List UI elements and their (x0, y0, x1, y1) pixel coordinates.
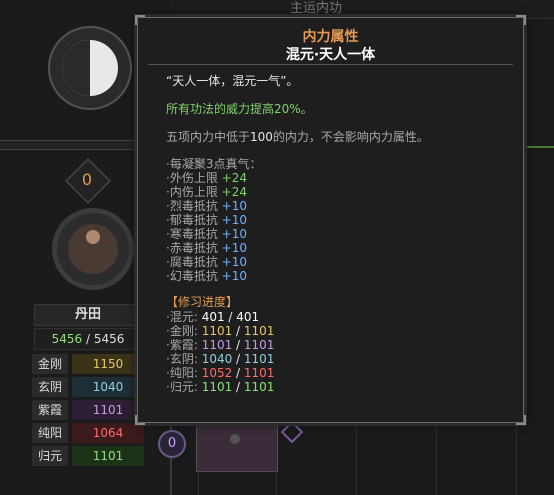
stat-row: 归元 1101 (32, 446, 144, 466)
tooltip-title: 内力属性 (302, 29, 359, 45)
stat-row: 玄阴 1040 (32, 377, 144, 397)
character-portrait[interactable] (52, 208, 134, 290)
stat-row: 紫霞 1101 (32, 400, 144, 420)
dantian-label: 丹田 (34, 304, 142, 326)
stat-name: 纯阳 (32, 423, 68, 443)
dantian-value: 5456 / 5456 (34, 328, 142, 350)
tooltip-quote: “天人一体，混元一气”。 (166, 74, 299, 88)
stat-row: 纯阳 1064 (32, 423, 144, 443)
stat-value: 1101 (72, 446, 144, 466)
stat-name: 归元 (32, 446, 68, 466)
stat-value: 1150 (72, 354, 144, 374)
top-title: 主运内功 (290, 1, 343, 16)
tooltip-subtitle: 混元·天人一体 (285, 47, 376, 63)
stat-row: 金刚 1150 (32, 354, 144, 374)
tooltip: 内力属性 混元·天人一体 “天人一体，混元一气”。 所有功法的威力提高20%。 … (135, 15, 526, 425)
purple-counter: 0 (158, 430, 186, 458)
tooltip-condition: 五项内力中低于100的内力，不会影响内力属性。 (166, 130, 429, 144)
tooltip-divider (148, 64, 513, 65)
stat-value: 1064 (72, 423, 144, 443)
avatar (68, 224, 118, 274)
stat-value: 1101 (72, 400, 144, 420)
stat-value: 1040 (72, 377, 144, 397)
tooltip-effect: 所有功法的威力提高20%。 (166, 102, 313, 116)
stat-name: 玄阴 (32, 377, 68, 397)
bonus-line: ·幻毒抵抗 +10 (166, 269, 247, 283)
stat-name: 金刚 (32, 354, 68, 374)
counter-value: 0 (81, 170, 93, 189)
slot-dot-icon (230, 434, 240, 444)
stat-name: 紫霞 (32, 400, 68, 420)
progress-line: ·归元: 1101 / 1101 (166, 380, 275, 394)
taiji-emblem-icon (48, 26, 132, 110)
